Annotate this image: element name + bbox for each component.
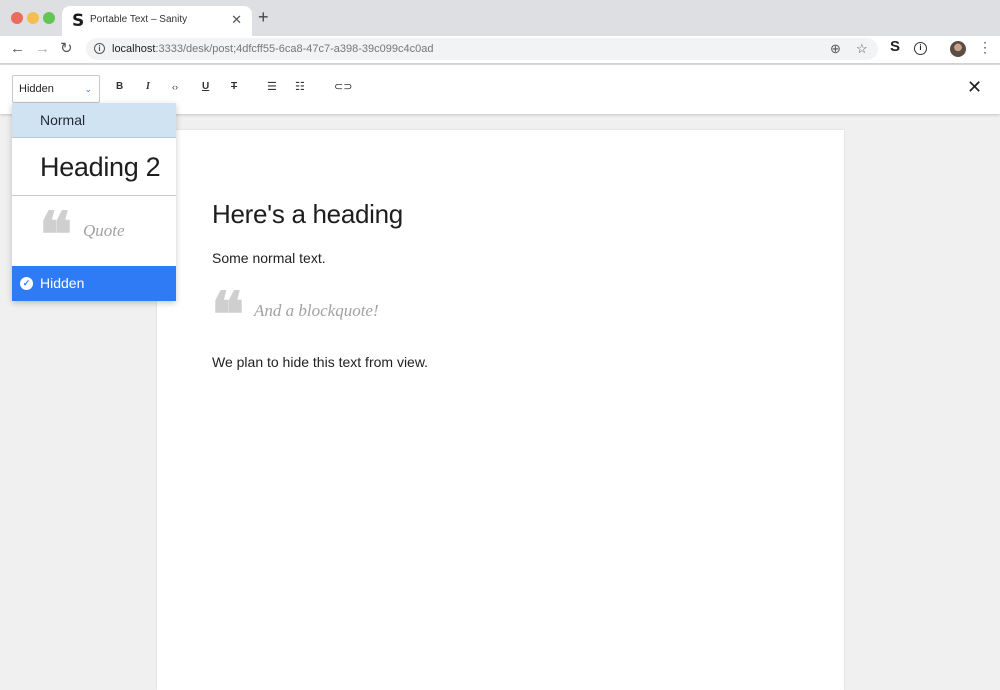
address-bar[interactable]: i localhost:3333/desk/post;4dfcff55-6ca8… — [86, 38, 878, 60]
reload-icon[interactable]: ↻ — [60, 40, 73, 58]
sanity-extension-icon[interactable]: S — [890, 38, 900, 55]
window-maximize-button[interactable] — [43, 12, 55, 24]
strikethrough-button[interactable]: T — [231, 80, 237, 94]
document-hidden-text[interactable]: We plan to hide this text from view. — [212, 354, 428, 370]
document-blockquote[interactable]: And a blockquote! — [254, 301, 379, 321]
page-content: Hidden ⌄ B I ‹› U T ☰ ☷ ⊂⊃ ✕ Here's a he… — [0, 65, 1000, 690]
code-button[interactable]: ‹› — [172, 80, 178, 94]
window-close-button[interactable] — [11, 12, 23, 24]
bold-button[interactable]: B — [116, 80, 123, 94]
menu-dots-icon[interactable]: ⋮ — [978, 39, 992, 56]
window-minimize-button[interactable] — [27, 12, 39, 24]
bullet-list-icon[interactable]: ☰ — [267, 80, 277, 94]
profile-avatar[interactable] — [950, 41, 966, 57]
style-option-label: Quote — [83, 221, 125, 240]
browser-tab[interactable]: S Portable Text – Sanity ✕ — [62, 6, 252, 36]
tab-title: Portable Text – Sanity — [90, 14, 188, 25]
back-icon[interactable]: ← — [10, 40, 25, 58]
numbered-list-icon[interactable]: ☷ — [295, 80, 305, 94]
star-icon[interactable]: ☆ — [856, 41, 868, 57]
document-heading[interactable]: Here's a heading — [212, 199, 403, 230]
chevron-down-icon: ⌄ — [84, 84, 92, 94]
quote-mark-icon: ❝ — [39, 198, 73, 271]
browser-toolbar: ← → ↻ i localhost:3333/desk/post;4dfcff5… — [0, 36, 1000, 64]
info-extension-icon[interactable]: i — [914, 42, 927, 55]
style-option-label: Normal — [40, 112, 86, 128]
block-style-value: Hidden — [19, 83, 54, 95]
info-icon[interactable]: i — [94, 43, 105, 54]
tab-close-icon[interactable]: ✕ — [231, 12, 242, 28]
close-icon[interactable]: ✕ — [967, 77, 982, 98]
url-host: localhost — [112, 43, 156, 55]
style-option-quote[interactable]: ❝ Quote — [12, 196, 176, 266]
check-circle-icon: ✓ — [20, 277, 33, 290]
new-tab-button[interactable]: + — [258, 7, 269, 28]
block-style-select[interactable]: Hidden ⌄ — [12, 75, 100, 103]
forward-icon[interactable]: → — [35, 40, 50, 58]
sanity-favicon-icon: S — [72, 11, 85, 31]
style-option-label: Hidden — [40, 275, 85, 291]
style-option-heading-2[interactable]: Heading 2 — [12, 138, 176, 196]
italic-button[interactable]: I — [146, 80, 150, 94]
style-option-normal[interactable]: Normal — [12, 103, 176, 138]
style-option-label: Heading 2 — [40, 152, 161, 182]
document-paragraph[interactable]: Some normal text. — [212, 250, 326, 266]
block-style-dropdown: Normal Heading 2 ❝ Quote ✓ Hidden — [12, 103, 176, 301]
url-path: :3333/desk/post;4dfcff55-6ca8-47c7-a398-… — [155, 43, 434, 55]
document-canvas[interactable]: Here's a heading Some normal text. ❝ And… — [157, 130, 844, 690]
browser-tab-bar: S Portable Text – Sanity ✕ + — [0, 0, 1000, 36]
quote-mark-icon: ❝ — [211, 278, 245, 351]
zoom-icon[interactable]: ⊕ — [830, 41, 841, 57]
url-text[interactable]: localhost:3333/desk/post;4dfcff55-6ca8-4… — [112, 43, 433, 55]
link-icon[interactable]: ⊂⊃ — [334, 80, 352, 94]
style-option-hidden[interactable]: ✓ Hidden — [12, 266, 176, 301]
underline-button[interactable]: U — [202, 80, 209, 94]
